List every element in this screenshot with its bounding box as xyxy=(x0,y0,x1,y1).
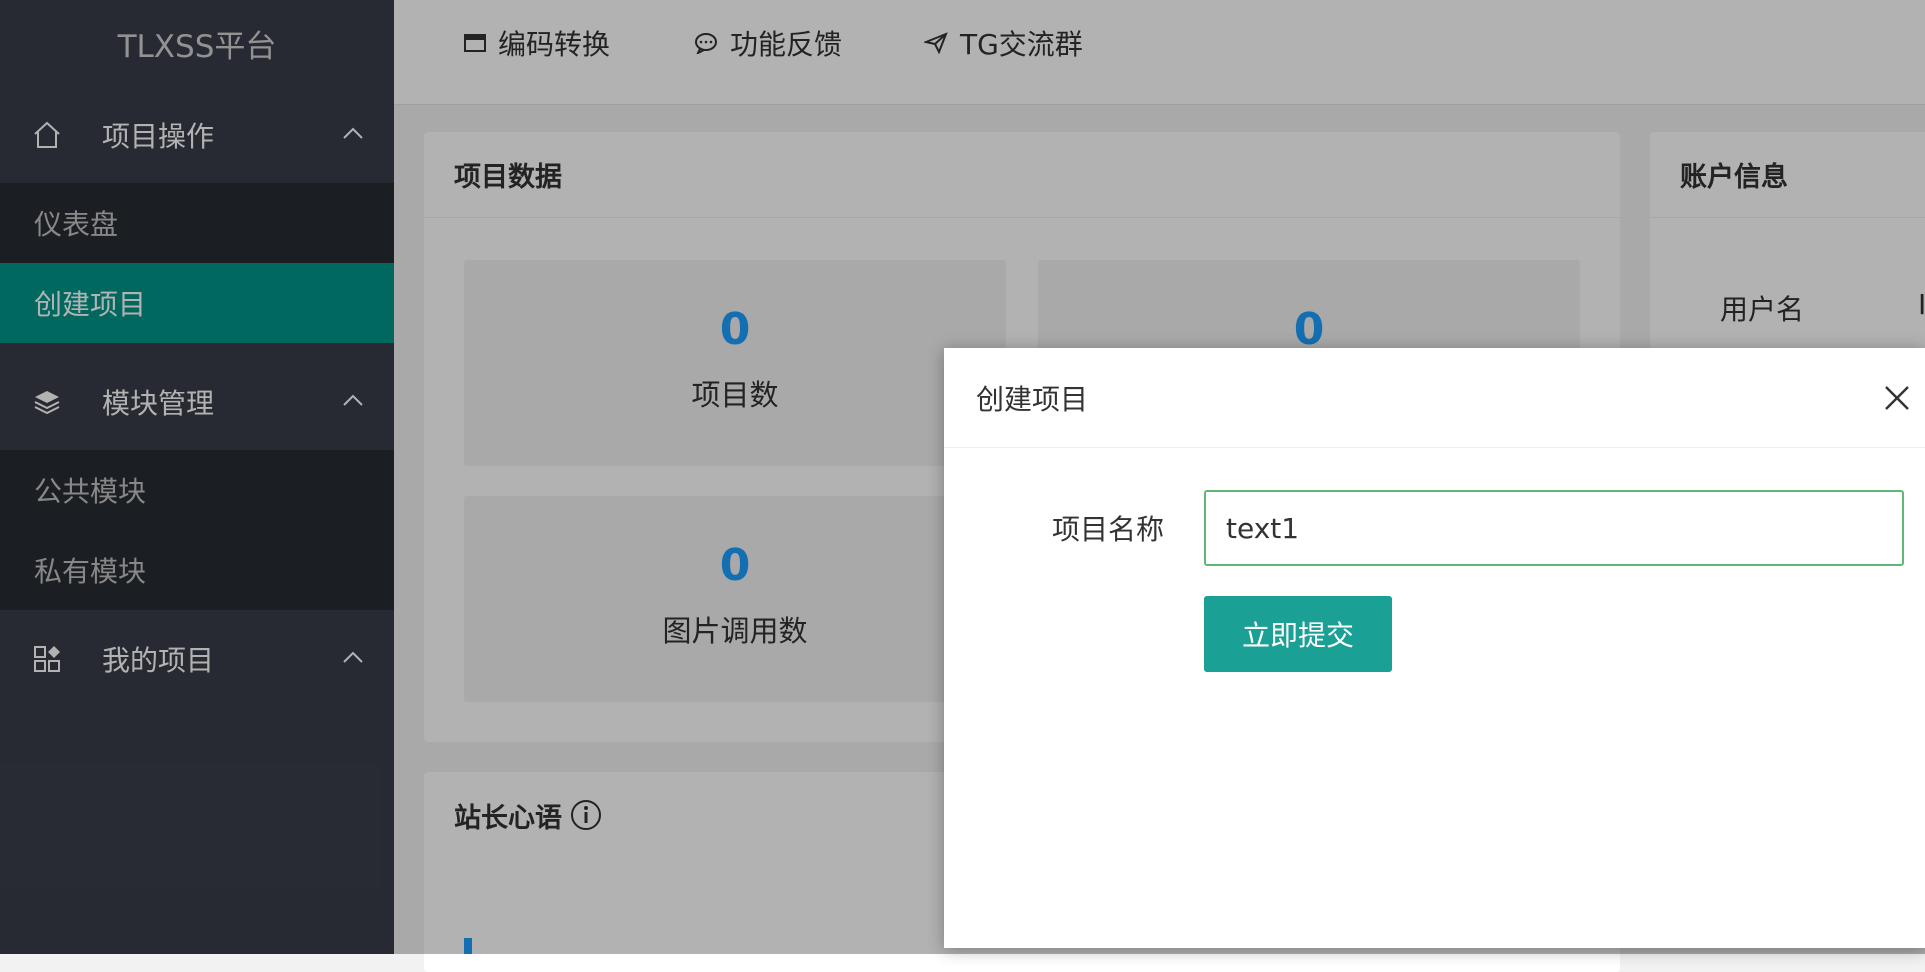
dialog-title: 创建项目 xyxy=(944,348,1925,448)
submit-button[interactable]: 立即提交 xyxy=(1204,596,1392,672)
project-name-input[interactable] xyxy=(1204,490,1904,566)
project-name-label: 项目名称 xyxy=(1051,513,1164,546)
create-project-dialog: 创建项目 项目名称 立即提交 xyxy=(944,348,1925,948)
close-icon[interactable] xyxy=(1883,384,1911,412)
